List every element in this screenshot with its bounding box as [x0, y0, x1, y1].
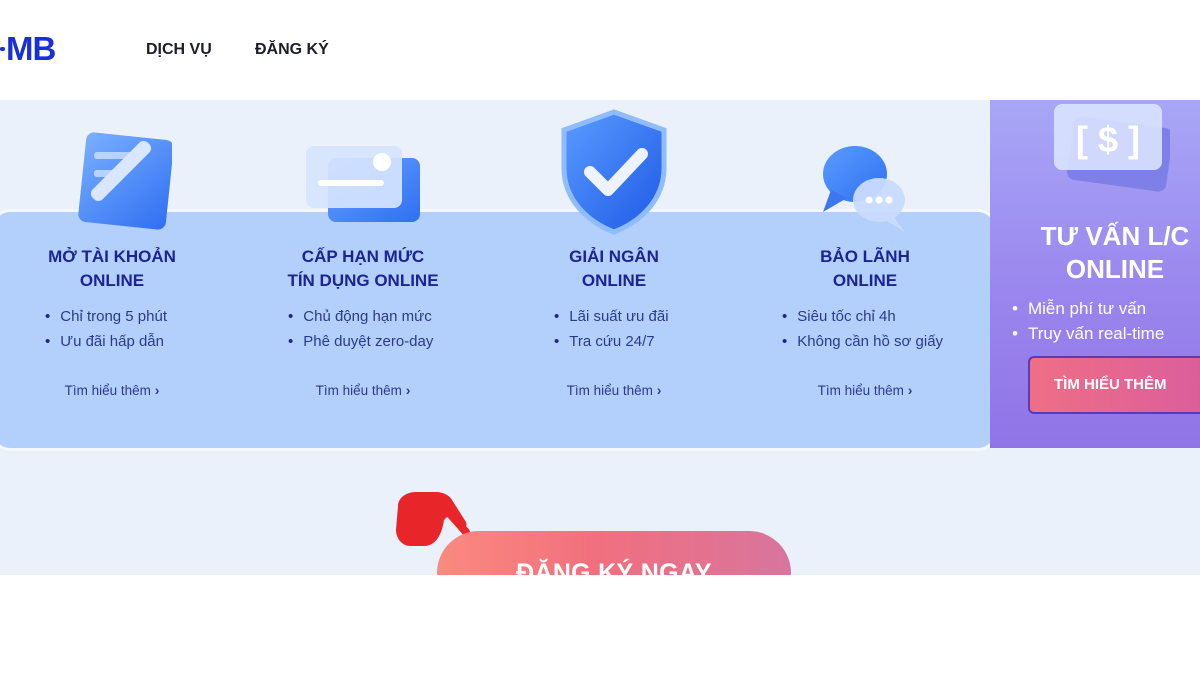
site-header: MB DỊCH VỤ ĐĂNG KÝ [0, 0, 1200, 100]
card-bullets: Chủ động hạn mức Phê duyệt zero-day [288, 304, 518, 354]
logo[interactable]: MB [6, 30, 56, 68]
svg-text:[ $ ]: [ $ ] [1076, 119, 1140, 160]
card-bullets: Chỉ trong 5 phút Ưu đãi hấp dẫn [45, 304, 275, 354]
chevron-right-icon: › [907, 383, 913, 398]
card-title: CẤP HẠN MỨC TÍN DỤNG ONLINE [287, 247, 439, 290]
nav-dich-vu[interactable]: DỊCH VỤ [146, 41, 212, 59]
bullet-item: Siêu tốc chỉ 4h [782, 304, 1012, 329]
bullet-item: Chủ động hạn mức [288, 304, 518, 329]
chevron-right-icon: › [405, 383, 411, 398]
lc-learn-more-button[interactable]: TÌM HIỂU THÊM [1028, 356, 1200, 414]
bullet-item: Không cần hồ sơ giấy [782, 329, 1012, 354]
chevron-right-icon: › [656, 383, 662, 398]
bullet-item: Chỉ trong 5 phút [45, 304, 275, 329]
shield-check-icon [561, 109, 667, 235]
dollar-bill-icon: [ $ ] [1054, 104, 1170, 192]
bullet-item: Phê duyệt zero-day [288, 329, 518, 354]
card-title: GIẢI NGÂN ONLINE [569, 247, 659, 290]
lc-consulting-card: [ $ ] TƯ VẤN L/CONLINE Miễn phí tư vấn T… [990, 100, 1200, 448]
learn-more-link[interactable]: Tìm hiểu thêm › [499, 383, 729, 398]
bullet-item: Truy vấn real-time [1012, 321, 1164, 346]
learn-more-link[interactable]: Tìm hiểu thêm › [0, 383, 227, 398]
credit-card-icon [306, 146, 420, 222]
card-title: MỞ TÀI KHOẢN ONLINE [48, 247, 176, 290]
chat-bubbles-icon [823, 146, 905, 232]
chevron-right-icon: › [154, 383, 160, 398]
nav-dang-ky[interactable]: ĐĂNG KÝ [255, 41, 329, 59]
lc-bullets: Miễn phí tư vấn Truy vấn real-time [1012, 296, 1164, 346]
lc-title: TƯ VẤN L/C ONLINE [1040, 221, 1190, 284]
footer-strip [0, 575, 1200, 675]
bullet-item: Ưu đãi hấp dẫn [45, 329, 275, 354]
bullet-item: Miễn phí tư vấn [1012, 296, 1164, 321]
learn-more-link[interactable]: Tìm hiểu thêm › [248, 383, 478, 398]
logo-mark [0, 47, 5, 51]
card-bullets: Siêu tốc chỉ 4h Không cần hồ sơ giấy [782, 304, 1012, 354]
card-title: BẢO LÃNH ONLINE [820, 247, 910, 290]
learn-more-link[interactable]: Tìm hiểu thêm › [750, 383, 980, 398]
document-pen-icon [78, 132, 172, 230]
